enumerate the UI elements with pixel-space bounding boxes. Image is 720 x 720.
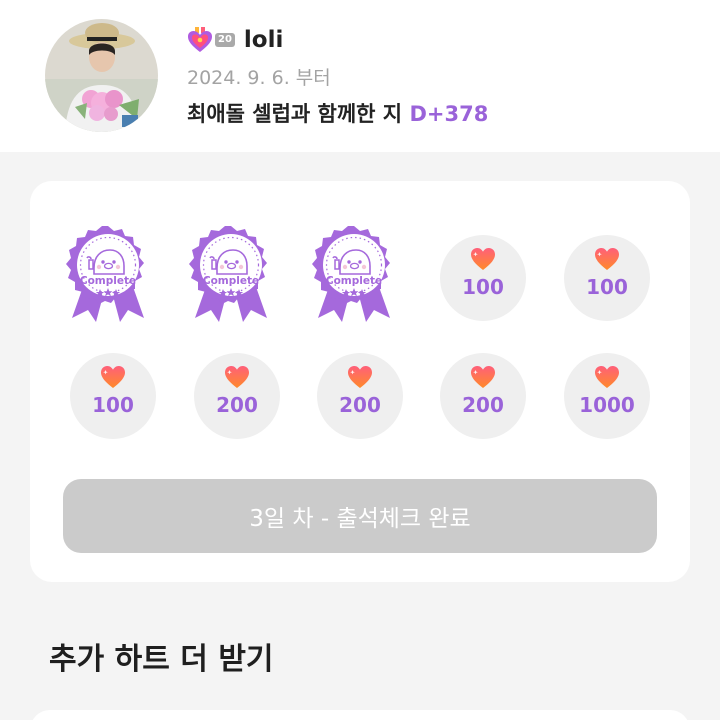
attendance-reward-day-4[interactable]: 100 — [440, 235, 526, 321]
level-badge[interactable]: 20 — [187, 27, 235, 53]
reward-amount: 100 — [586, 275, 628, 299]
complete-stamp-icon: Complete — [58, 222, 158, 322]
name-row: 20 loli — [187, 24, 283, 56]
stamp-label: Complete — [80, 275, 136, 287]
together-line: 최애돌 셀럽과 함께한 지 D+378 — [187, 98, 488, 128]
stamp-label: Complete — [326, 275, 382, 287]
heart-icon — [470, 365, 496, 389]
reward-amount: 100 — [92, 393, 134, 417]
attendance-complete-button[interactable]: 3일 차 - 출석체크 완료 — [63, 479, 657, 553]
reward-amount: 200 — [339, 393, 381, 417]
reward-amount: 100 — [462, 275, 504, 299]
username: loli — [243, 27, 284, 53]
profile-header: 20 loli 2024. 9. 6. 부터 최애돌 셀럽과 함께한 지 D+3… — [0, 0, 720, 152]
heart-icon — [594, 247, 620, 271]
heart-icon — [347, 365, 373, 389]
attendance-reward-day-10[interactable]: 1000 — [564, 353, 650, 439]
attendance-reward-day-9[interactable]: 200 — [440, 353, 526, 439]
extra-hearts-card — [30, 710, 690, 720]
reward-amount: 200 — [216, 393, 258, 417]
since-date: 2024. 9. 6. 부터 — [187, 67, 331, 89]
level-number: 20 — [215, 33, 235, 47]
attendance-reward-day-7[interactable]: 200 — [194, 353, 280, 439]
reward-amount: 200 — [462, 393, 504, 417]
attendance-reward-day-8[interactable]: 200 — [317, 353, 403, 439]
attendance-reward-day-5[interactable]: 100 — [564, 235, 650, 321]
heart-icon — [224, 365, 250, 389]
reward-amount: 1000 — [579, 393, 635, 417]
heart-medal-icon — [188, 27, 212, 52]
extra-hearts-title: 추가 하트 더 받기 — [49, 642, 274, 677]
attendance-reward-day-6[interactable]: 100 — [70, 353, 156, 439]
attendance-stamp-day-3[interactable]: Complete — [304, 222, 404, 322]
heart-icon — [100, 365, 126, 389]
complete-stamp-icon: Complete — [304, 222, 404, 322]
stamp-label: Complete — [203, 275, 259, 287]
attendance-stamp-day-2[interactable]: Complete — [181, 222, 281, 322]
heart-icon — [470, 247, 496, 271]
together-text: 최애돌 셀럽과 함께한 지 — [187, 102, 403, 126]
heart-icon — [594, 365, 620, 389]
complete-stamp-icon: Complete — [181, 222, 281, 322]
user-avatar-photo[interactable] — [45, 19, 158, 132]
attendance-card: Complete Complete Complete 100 100 100 2… — [30, 181, 690, 582]
dday-count: D+378 — [409, 102, 489, 126]
attendance-stamp-day-1[interactable]: Complete — [58, 222, 158, 322]
